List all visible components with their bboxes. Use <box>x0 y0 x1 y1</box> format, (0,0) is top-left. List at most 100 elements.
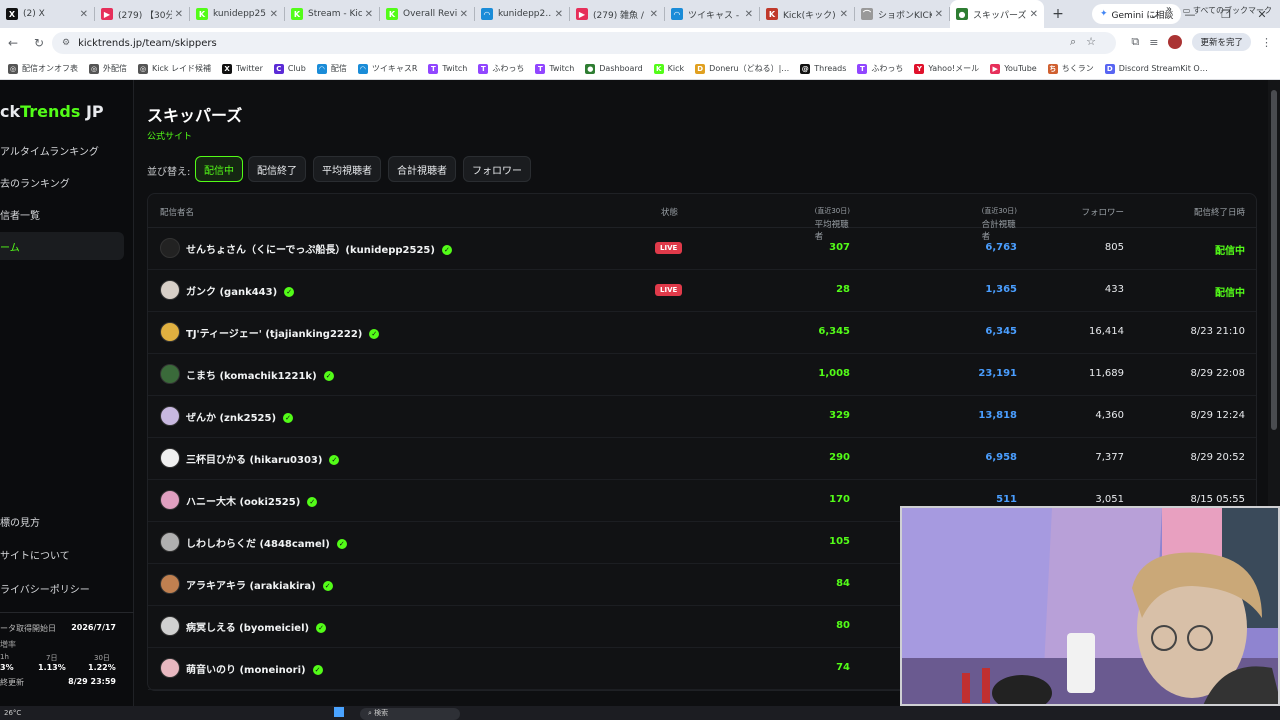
browser-tab[interactable]: ⌒ ショボンKICK…✕ <box>855 0 949 28</box>
tab-close-icon[interactable]: ✕ <box>460 9 468 20</box>
sidebar-item-streamer-list[interactable]: 信者一覧 <box>0 200 124 228</box>
bookmark-item[interactable]: ちちくラン <box>1047 63 1094 74</box>
back-icon[interactable]: ← <box>0 36 26 50</box>
browser-tab[interactable]: ▶ (279) 【30分…✕ <box>95 0 189 28</box>
sidebar-item-team[interactable]: ーム <box>0 232 124 260</box>
total-viewers: 6,958 <box>985 452 1017 463</box>
table-row[interactable]: せんちょさん（くにーでっぷ船長）(kunidepp2525) ✓ LIVE 307 6,… <box>148 228 1256 270</box>
tab-close-icon[interactable]: ✕ <box>650 9 658 20</box>
table-row[interactable]: ぜんか (znk2525) ✓ 329 13,818 4,360 8/29 12:24 <box>148 396 1256 438</box>
bookmark-item[interactable]: C Club <box>273 63 306 74</box>
bookmark-item[interactable]: ◎ 配信オンオフ表 <box>8 63 78 74</box>
col-total[interactable]: 合計視聴者 (直近30日) <box>982 206 1017 242</box>
taskbar-search[interactable]: ⌕ 検索 <box>360 708 460 720</box>
streamer-name[interactable]: しわしわらくだ (4848camel) ✓ <box>186 535 347 550</box>
tab-close-icon[interactable]: ✕ <box>935 9 943 20</box>
tab-close-icon[interactable]: ✕ <box>270 9 278 20</box>
streamer-name[interactable]: アラキアキラ (arakiakira) ✓ <box>186 577 333 592</box>
streamer-name[interactable]: せんちょさん（くにーでっぷ船長）(kunidepp2525) ✓ <box>186 241 452 256</box>
streamer-name[interactable]: TJ'ティージェー' (tjajianking2222) ✓ <box>186 325 380 340</box>
browser-tab[interactable]: ◠ kunidepp2… ✕ <box>475 0 569 28</box>
browser-tab[interactable]: K Kick(キック) | ✕ <box>760 0 854 28</box>
sidebar-item-about[interactable]: サイトについて <box>0 540 124 568</box>
tab-close-icon[interactable]: ✕ <box>365 9 373 20</box>
start-icon[interactable] <box>334 707 344 717</box>
url-bar[interactable]: ⚙ kicktrends.jp/team/skippers ⌕☆ <box>52 32 1116 54</box>
bookmark-item[interactable]: ◠ 配信 <box>316 63 347 74</box>
bookmark-item[interactable]: ▶ YouTube <box>990 63 1037 74</box>
streamer-name[interactable]: 病冥しえる (byomeiciel) ✓ <box>186 619 327 634</box>
col-ended[interactable]: 配信終了日時 <box>1194 206 1245 218</box>
extensions-icon[interactable]: ⧉ <box>1131 35 1139 49</box>
tab-close-icon[interactable]: ✕ <box>745 9 753 20</box>
bookmark-label: Kick <box>667 64 685 73</box>
bookmark-item[interactable]: D Discord StreamKit O… <box>1104 63 1208 74</box>
bookmarks-more-icon[interactable]: » <box>1166 4 1172 15</box>
menu-icon[interactable]: ⋮ <box>1261 36 1272 49</box>
sort-ended-button[interactable]: 配信終了 <box>248 156 306 182</box>
bookmark-item[interactable]: ● Dashboard <box>585 63 643 74</box>
tab-close-icon[interactable]: ✕ <box>175 9 183 20</box>
streamer-name[interactable]: こまち (komachik1221k) ✓ <box>186 367 334 382</box>
official-site-link[interactable]: 公式サイト <box>147 129 192 142</box>
reload-icon[interactable]: ↻ <box>26 36 52 50</box>
update-button[interactable]: 更新を完了 <box>1192 33 1251 51</box>
browser-tab[interactable]: X (2) X ✕ <box>0 0 94 28</box>
browser-tab[interactable]: ◠ ツイキャス - ラ…✕ <box>665 0 759 28</box>
browser-tab[interactable]: K Overall Revi…✕ <box>380 0 474 28</box>
bookmark-item[interactable]: ◎ Kick レイド候補 <box>138 63 211 74</box>
table-row[interactable]: TJ'ティージェー' (tjajianking2222) ✓ 6,345 6,345 1… <box>148 312 1256 354</box>
tab-close-icon[interactable]: ✕ <box>80 9 88 20</box>
tab-close-icon[interactable]: ✕ <box>555 9 563 20</box>
site-info-icon[interactable]: ⚙ <box>62 38 70 48</box>
browser-tab[interactable]: Kkunidepp25…✕ <box>190 0 284 28</box>
zoom-star-icons[interactable]: ⌕☆ <box>1070 35 1106 49</box>
col-status[interactable]: 状態 <box>661 206 678 218</box>
scrollbar-thumb[interactable] <box>1271 90 1277 430</box>
sort-live-button[interactable]: 配信中 <box>195 156 243 182</box>
sort-total-viewers-button[interactable]: 合計視聴者 <box>388 156 456 182</box>
streamer-name[interactable]: ぜんか (znk2525) ✓ <box>186 409 294 424</box>
sidebar-item-realtime-ranking[interactable]: アルタイムランキング <box>0 136 124 164</box>
bookmark-item[interactable]: T ふわっち <box>857 63 903 74</box>
table-row[interactable]: ガンク (gank443) ✓ LIVE 28 1,365 433 配信中 <box>148 270 1256 312</box>
avg-viewers: 105 <box>829 536 850 547</box>
col-name[interactable]: 配信者名 <box>160 206 194 218</box>
streamer-name[interactable]: 萌音いのり (moneinori) ✓ <box>186 661 323 676</box>
table-row[interactable]: こまち (komachik1221k) ✓ 1,008 23,191 11,689 8/2… <box>148 354 1256 396</box>
sort-avg-viewers-button[interactable]: 平均視聴者 <box>313 156 381 182</box>
bookmark-item[interactable]: ◠ ツイキャスR <box>357 63 417 74</box>
sidebar-item-privacy[interactable]: ライバシーポリシー <box>0 574 124 602</box>
webcam-image <box>902 508 1278 704</box>
new-tab-icon[interactable]: + <box>1044 6 1072 22</box>
browser-tab[interactable]: ● スキッパーズ | ✕ <box>950 0 1044 28</box>
tab-close-icon[interactable]: ✕ <box>1030 9 1038 20</box>
bookmark-item[interactable]: @ Threads <box>800 63 846 74</box>
sort-followers-button[interactable]: フォロワー <box>463 156 531 182</box>
bookmark-item[interactable]: K Kick <box>653 63 685 74</box>
col-followers[interactable]: フォロワー <box>1081 206 1124 218</box>
streamer-name[interactable]: ガンク (gank443) ✓ <box>186 283 295 298</box>
all-bookmarks-button[interactable]: ▭ すべてのブックマーク <box>1183 5 1272 16</box>
table-row[interactable]: 三杯目ひかる (hikaru0303) ✓ 290 6,958 7,377 8/29 20… <box>148 438 1256 480</box>
bookmark-item[interactable]: ◎ 外配信 <box>89 63 127 74</box>
browser-tab[interactable]: ▶ (279) 雑魚 / ✕ <box>570 0 664 28</box>
bookmark-item[interactable]: T Twitch <box>428 63 467 74</box>
bookmark-item[interactable]: X Twitter <box>222 63 263 74</box>
streamer-name[interactable]: ハニー大木 (ooki2525) ✓ <box>186 493 318 508</box>
streamer-name[interactable]: 三杯目ひかる (hikaru0303) ✓ <box>186 451 340 466</box>
bookmark-item[interactable]: T ふわっち <box>478 63 524 74</box>
bookmark-label: YouTube <box>1004 64 1037 73</box>
bookmark-item[interactable]: D Doneru（どねる）|… <box>695 63 789 74</box>
sidebar-item-metrics-guide[interactable]: 標の見方 <box>0 507 124 535</box>
col-avg[interactable]: 平均視聴者 (直近30日) <box>815 206 850 242</box>
bookmark-label: 外配信 <box>103 64 127 73</box>
bookmark-item[interactable]: T Twitch <box>535 63 574 74</box>
browser-tab[interactable]: K Stream - Kic…✕ <box>285 0 379 28</box>
tab-close-icon[interactable]: ✕ <box>840 9 848 20</box>
reading-list-icon[interactable]: ≡ <box>1149 36 1158 49</box>
profile-avatar[interactable] <box>1168 35 1183 49</box>
site-logo[interactable]: ckTrends JP <box>0 102 104 121</box>
bookmark-item[interactable]: Y Yahoo!メール <box>914 63 979 74</box>
sidebar-item-past-ranking[interactable]: 去のランキング <box>0 168 124 196</box>
